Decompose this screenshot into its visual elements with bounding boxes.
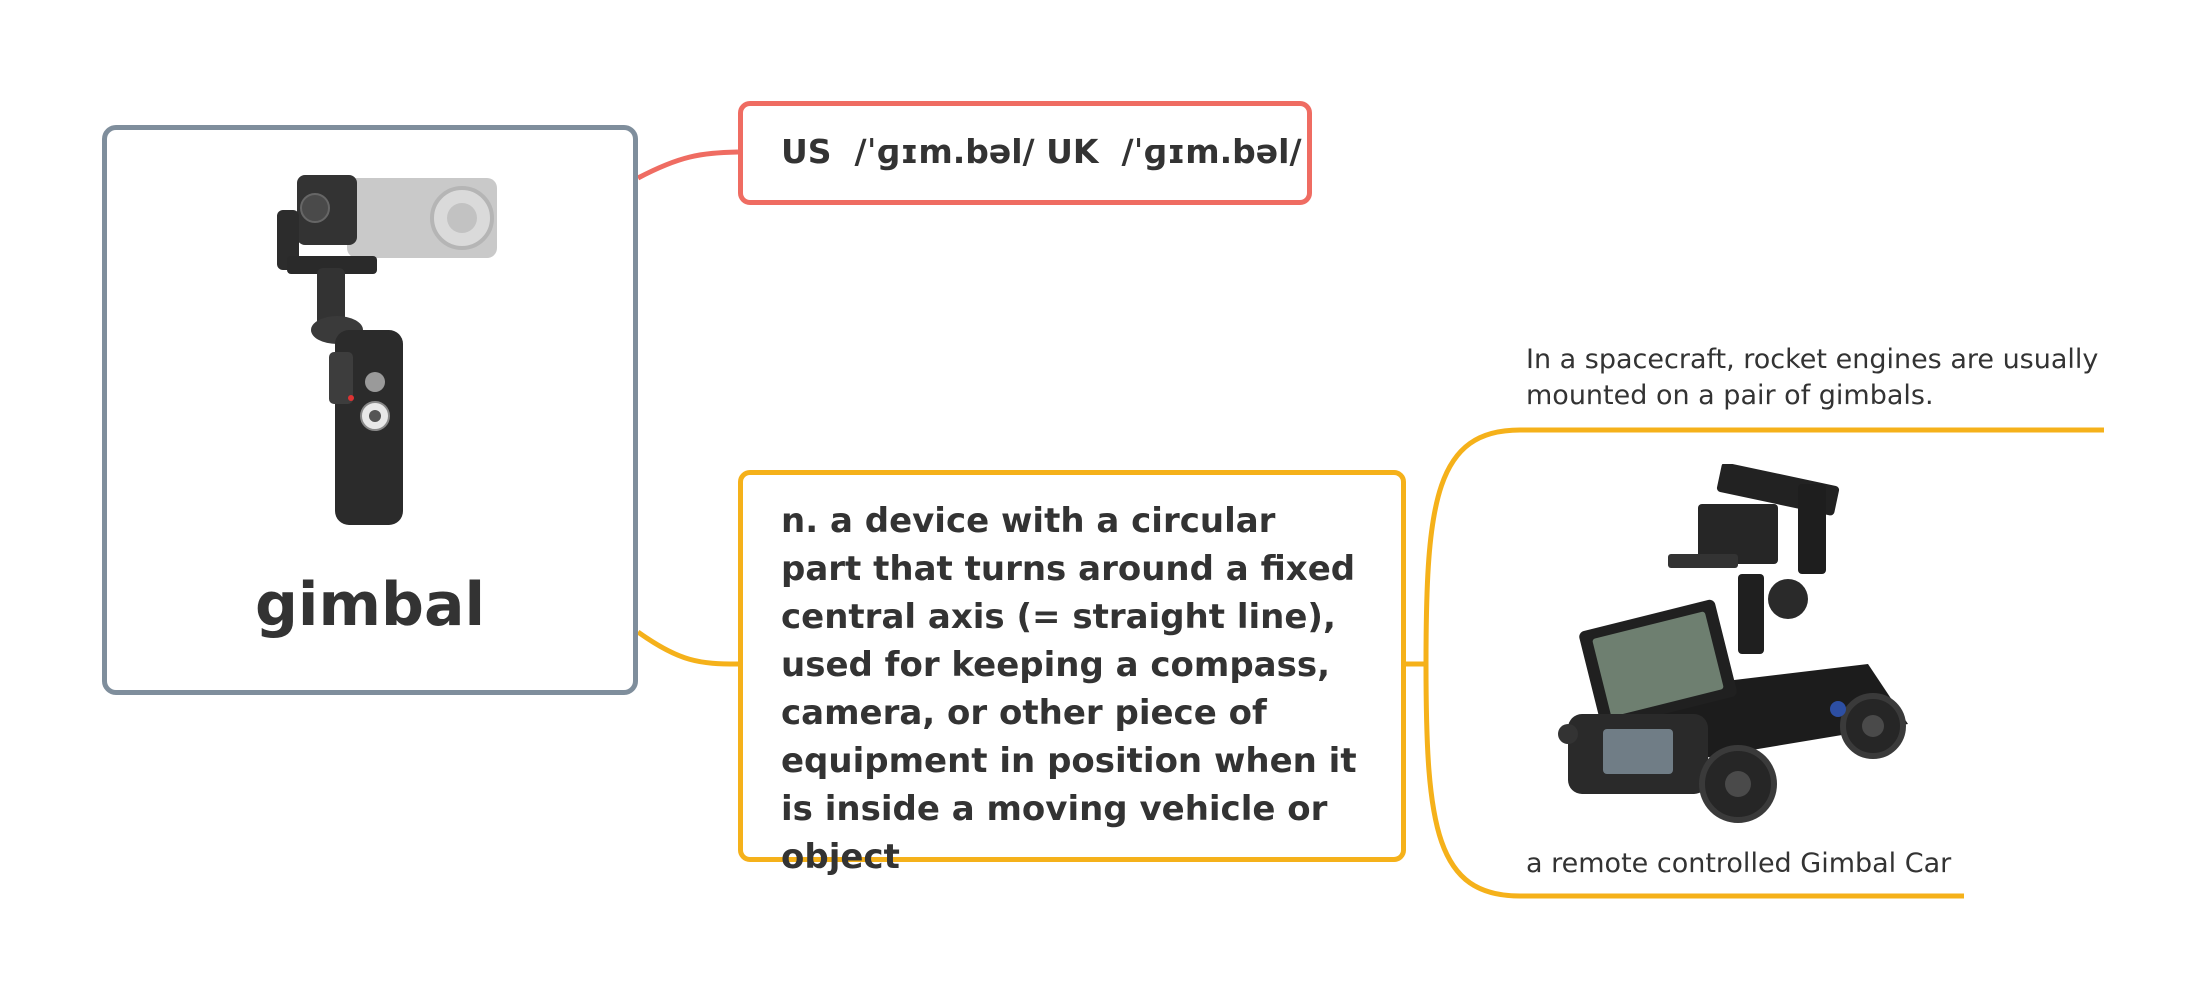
image-caption[interactable]: a remote controlled Gimbal Car [1526,846,2086,882]
definition-text: n. a device with a circular part that tu… [781,501,1357,877]
example-sentence[interactable]: In a spacecraft, rocket engines are usua… [1526,342,2106,414]
handheld-gimbal-stabilizer-icon [277,175,497,525]
connector-root-to-definition [636,629,739,667]
root-word: gimbal [254,570,486,640]
bracket-branch [1423,427,1521,899]
rc-gimbal-car-icon [1558,464,1908,823]
definition-node[interactable]: n. a device with a circular part that tu… [738,470,1406,877]
pronunciation-node[interactable]: US /ˈɡɪm.bəl/ UK /ˈɡɪm.bəl/ [738,101,1312,205]
root-topic-card[interactable]: gimbal [102,125,638,695]
pronunciation-text: US /ˈɡɪm.bəl/ UK /ˈɡɪm.bəl/ [781,132,1302,171]
connector-root-to-pronunciation [636,149,739,181]
